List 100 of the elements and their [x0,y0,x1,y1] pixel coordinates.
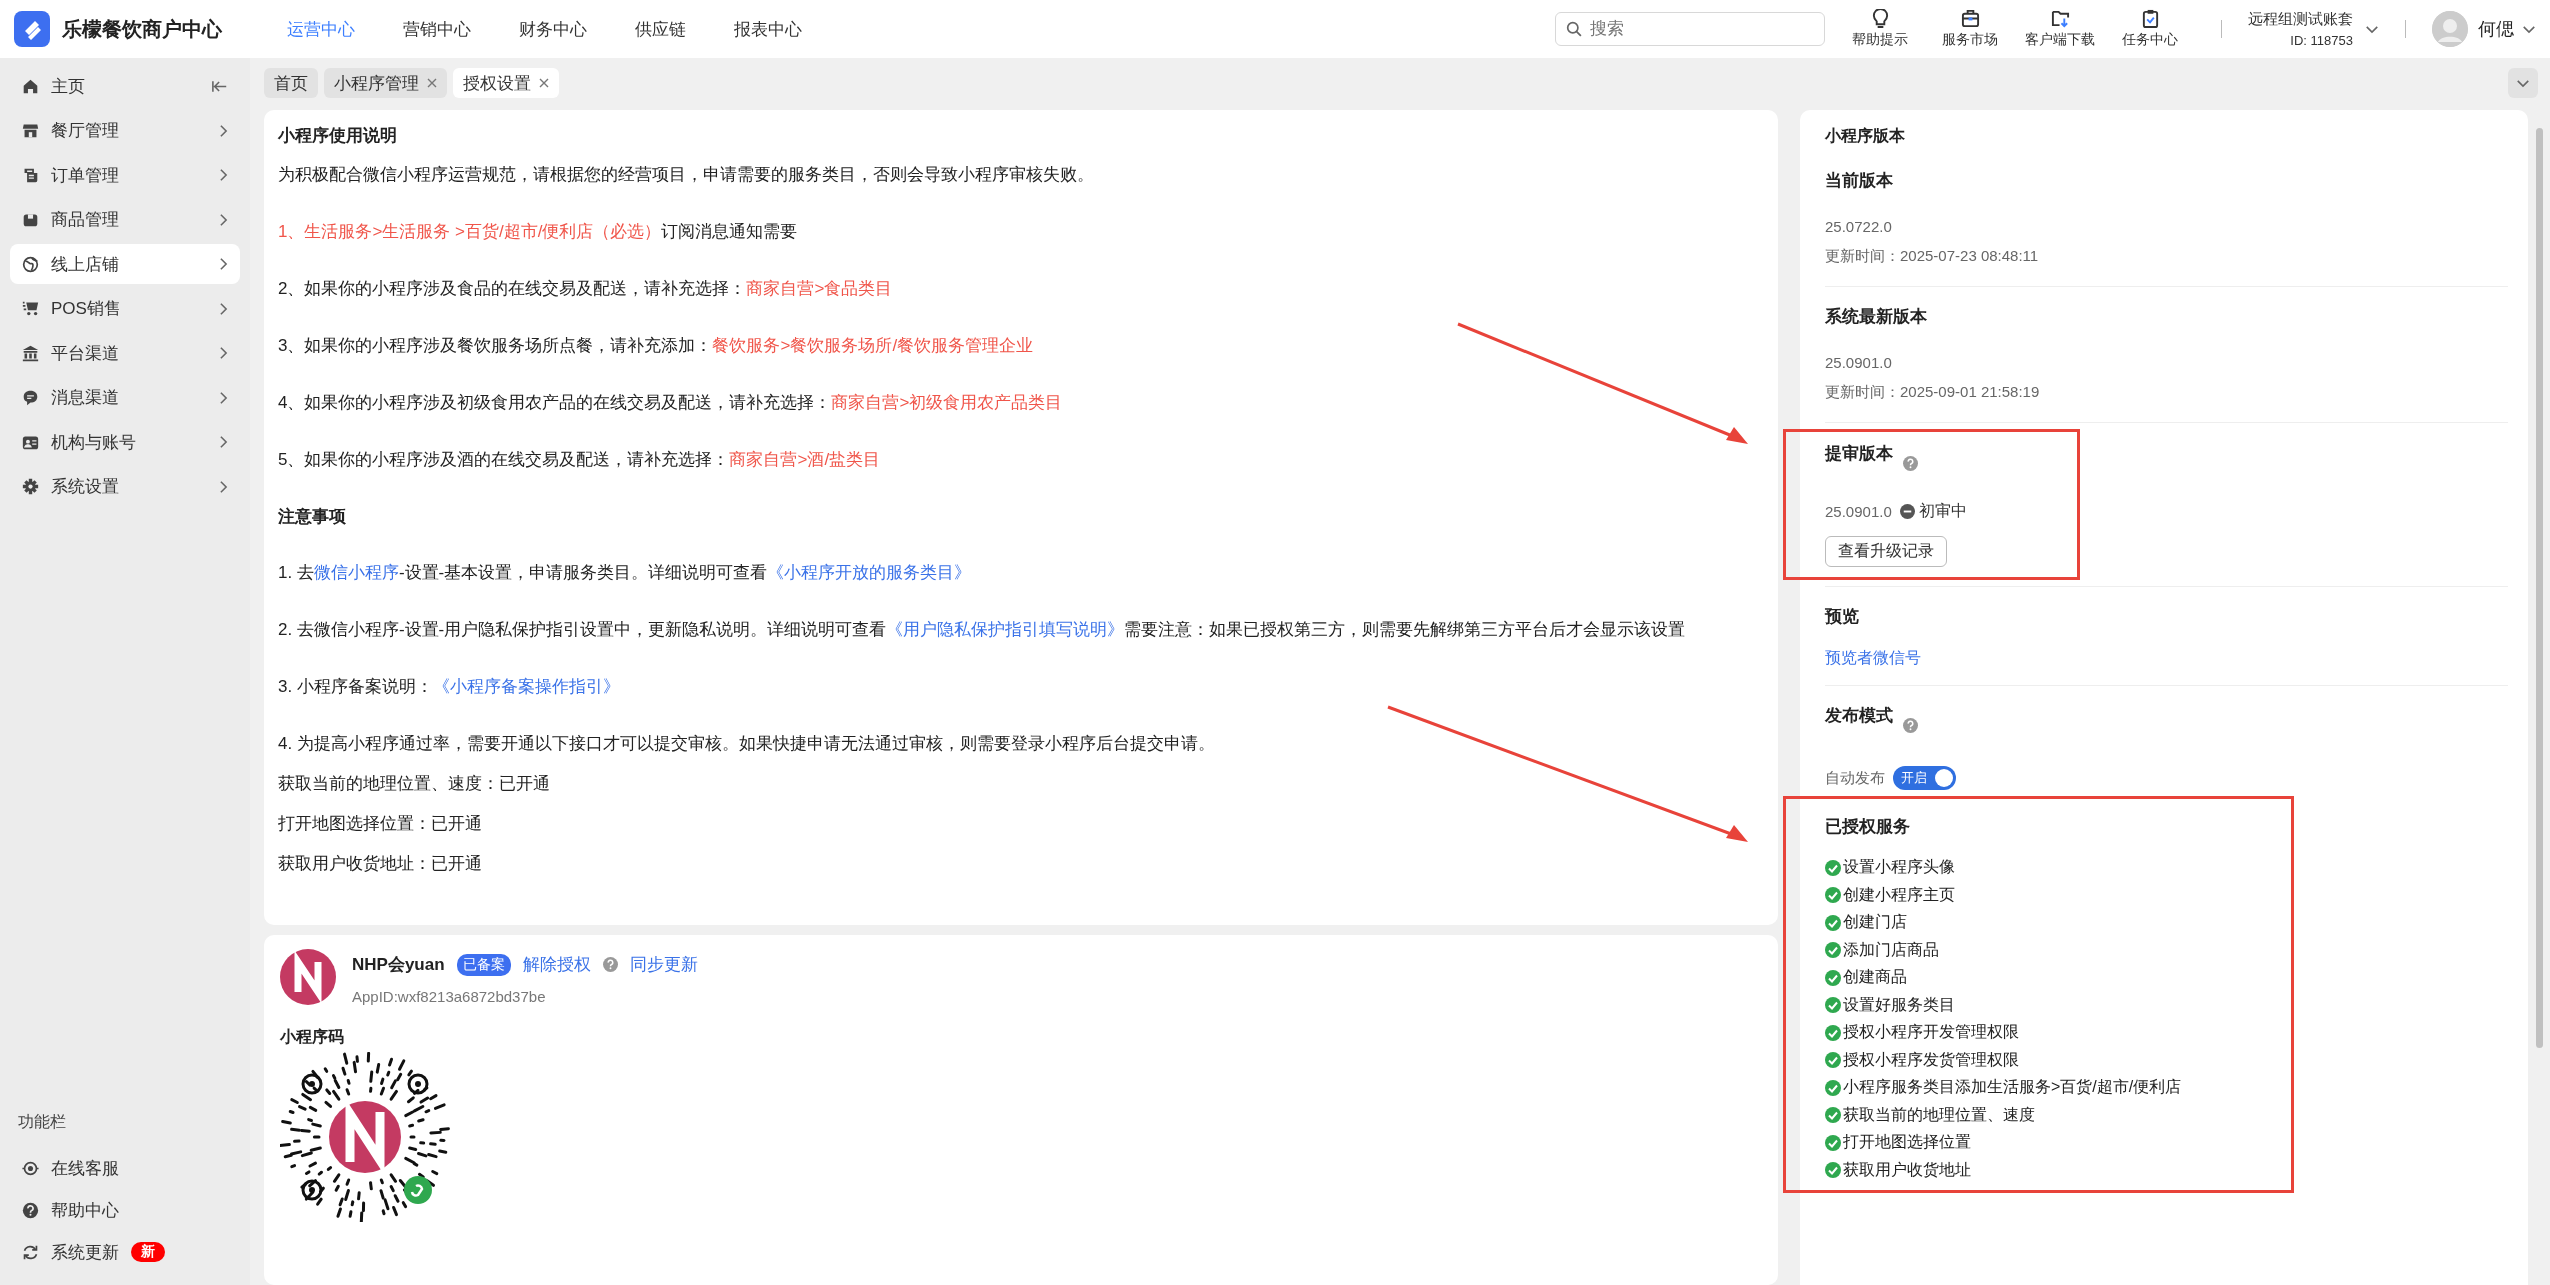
rule-text: 1、生活服务>生活服务 >百货/超市/便利店（必选）订阅消息通知需要 [278,221,799,243]
page-tab[interactable]: 小程序管理 [324,68,447,98]
status-badge: 已备案 [456,953,511,976]
toolbar-button[interactable]: 服务市场 [1925,9,2015,49]
logo-icon [14,11,50,47]
nav-tab[interactable]: 供应链 [635,17,686,41]
globe-icon [22,255,39,273]
authorized-service: 获取当前的地理位置、速度 [1825,1101,2182,1129]
check-circle-icon [1825,1079,1841,1096]
section-title: 系统最新版本 [1825,306,1928,328]
authorized-service: 设置小程序头像 [1825,854,2182,882]
link[interactable]: 《用户隐私保护指引填写说明》 [886,620,1125,639]
sidebar-item[interactable]: 消息渠道 [10,377,240,418]
link[interactable]: 《小程序备案操作指引》 [432,677,620,696]
section-title: 预览 [1825,606,1860,628]
user-name[interactable]: 何偲 [2478,17,2514,41]
check-circle-icon [1825,1134,1841,1151]
interface-status: 获取用户收货地址：已开通 [278,853,483,875]
nav-tab[interactable]: 运营中心 [287,17,355,41]
toggle-switch[interactable]: 开启 [1893,765,1956,790]
chevron-down-icon [2516,78,2530,88]
chevron-icon [219,257,228,271]
authorized-service: 创建商品 [1825,964,2182,992]
store-icon [22,122,39,139]
app-title: 乐檬餐饮商户中心 [62,16,223,42]
check-circle-icon [1825,997,1841,1014]
version-number: 25.0722.0 [1825,217,1893,237]
nav-tab[interactable]: 报表中心 [734,17,802,41]
preview-link[interactable]: 预览者微信号 [1825,649,1921,666]
box-icon [22,211,39,228]
chevron-icon [219,212,228,227]
collapse-button[interactable] [2508,68,2538,98]
app-id: AppID:wxf8213a6872bd37be [352,988,547,1005]
unbind-link[interactable]: 解除授权 [522,953,591,976]
check-circle-icon [1825,1052,1841,1069]
close-icon[interactable] [539,78,549,88]
sidebar-item[interactable]: 平台渠道 [10,333,240,373]
page-tab[interactable]: 授权设置 [453,68,559,98]
note-text: 1. 去微信小程序-设置-基本设置，申请服务类目。详细说明可查看《小程序开放的服务类目》 [278,562,973,584]
rule-text: 2、如果你的小程序涉及食品的在线交易及配送，请补充选择：商家自营>食品类目 [278,278,894,300]
authorized-service: 创建门店 [1825,909,2182,937]
account-switcher[interactable]: 远程组测试账套 ID: 118753 [2248,10,2379,48]
lightbulb-icon [1870,9,1890,28]
sidebar-item[interactable]: 线上店铺 [10,244,240,284]
section-label: 功能栏 [18,1112,67,1132]
sidebar-item[interactable]: 订单管理 [10,155,240,195]
intro-text: 为积极配合微信小程序运营规范，请根据您的经营项目，申请需要的服务类目，否则会导致小程序审核失败。 [278,164,1095,186]
update-time: 更新时间：2025-07-23 08:48:11 [1825,246,2040,266]
link[interactable]: 微信小程序 [313,563,399,582]
authorized-service: 小程序服务类目添加生活服务>百货/超市/便利店 [1825,1074,2182,1102]
chat-icon [22,389,39,406]
section-title: 小程序码 [280,1027,345,1047]
page-tab[interactable]: 首页 [264,68,318,98]
help-icon[interactable] [1903,718,1918,733]
authorized-service: 授权小程序发货管理权限 [1825,1046,2182,1074]
check-circle-icon [1825,914,1841,931]
authorized-service: 添加门店商品 [1825,936,2182,964]
version-number: 25.0901.0 [1825,503,1892,520]
toolbar-button[interactable]: 客户端下载 [2015,9,2105,49]
section-title: 提审版本 [1825,443,1893,465]
note-text: 4. 为提高小程序通过率，需要开通以下接口才可以提交审核。如果快捷申请无法通过审核，则需要登录小程序后台提交申请。 [278,733,1216,755]
home-icon [22,77,39,95]
avatar-icon[interactable] [2432,11,2468,47]
sidebar-item[interactable]: 机构与账号 [10,422,240,462]
check-circle-icon [1825,942,1841,959]
upgrade-history-button[interactable]: 查看升级记录 [1825,536,1947,567]
sidebar-item[interactable]: 系统更新 新 [10,1231,240,1273]
sidebar-item[interactable]: 在线客服 [10,1147,240,1189]
refresh-icon [22,1243,39,1261]
rule-text: 5、如果你的小程序涉及酒的在线交易及配送，请补充选择：商家自营>酒/盐类目 [278,449,882,471]
chevron-icon [219,346,228,360]
rule-text: 3、如果你的小程序涉及餐饮服务场所点餐，请补充添加：餐饮服务>餐饮服务场所/餐饮服务管理企业 [278,335,1035,357]
authorized-service: 打开地图选择位置 [1825,1129,2182,1157]
sidebar-item[interactable]: 商品管理 [10,199,240,240]
sidebar-item[interactable]: 主页 [10,66,240,106]
link[interactable]: 《小程序开放的服务类目》 [767,563,972,582]
cart-icon [22,300,39,317]
search-field[interactable]: 搜索 [1555,12,1825,46]
sync-link[interactable]: 同步更新 [629,953,698,976]
chevron-down-icon [2522,24,2536,34]
nav-tab[interactable]: 营销中心 [403,17,471,41]
help-icon[interactable] [1903,456,1918,471]
sidebar-item[interactable]: 餐厅管理 [10,110,240,151]
briefcase-icon [1960,9,1980,28]
chevron-icon [219,479,228,494]
close-icon[interactable] [427,78,437,88]
interface-status: 打开地图选择位置：已开通 [278,813,483,835]
toolbar-button[interactable]: 帮助提示 [1835,9,1925,49]
nav-tab[interactable]: 财务中心 [519,17,587,41]
sidebar-item[interactable]: 系统设置 [10,466,240,507]
app-logo-icon [280,949,336,1005]
toolbar-button[interactable]: 任务中心 [2105,9,2195,49]
receipt-icon [22,166,39,184]
authorized-service: 创建小程序主页 [1825,881,2182,909]
sidebar-item[interactable]: 帮助中心 [10,1189,240,1231]
help-icon[interactable] [602,957,618,972]
collapse-icon[interactable] [212,79,228,93]
section-title: 注意事项 [278,507,346,526]
sidebar-item[interactable]: POS销售 [10,288,240,329]
note-text: 2. 去微信小程序-设置-用户隐私保护指引设置中，更新隐私说明。详细说明可查看《用户隐私保护指引填写说明》需要注意：如果已授权第三方，则需要先解绑第三方平台后才会显示该设置 [278,619,1687,641]
